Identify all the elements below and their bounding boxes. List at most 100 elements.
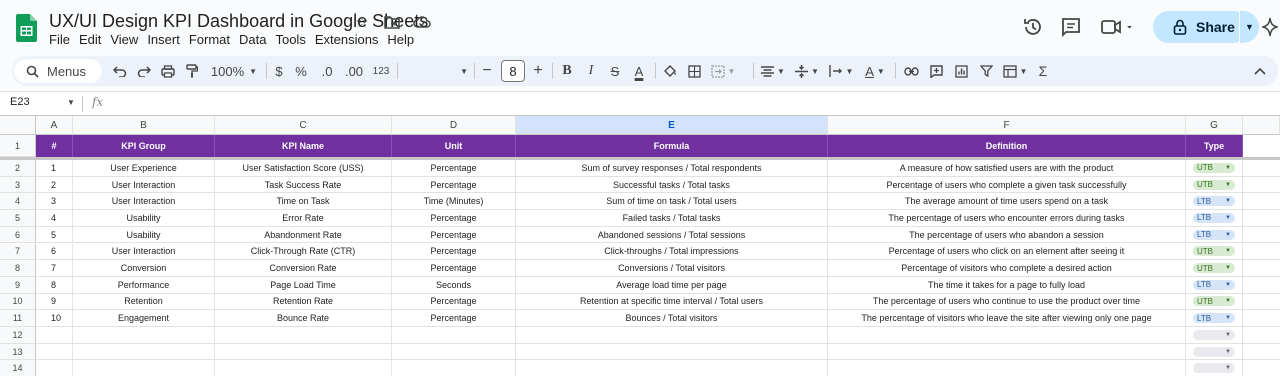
row-header[interactable]: 11 bbox=[0, 310, 36, 327]
row-header[interactable]: 10 bbox=[0, 293, 36, 311]
spreadsheet-grid[interactable]: A B C D E F G 1 2 3 4 5 6 7 8 9 10 11 12 13 14 # KPI Group KPI … bbox=[0, 115, 1280, 376]
menu-edit[interactable]: Edit bbox=[79, 32, 105, 47]
menu-format[interactable]: Format bbox=[189, 32, 234, 47]
column-header-d[interactable]: D bbox=[392, 116, 516, 135]
table-cell[interactable]: User Interaction bbox=[73, 176, 215, 194]
table-header-cell[interactable]: Type bbox=[1186, 135, 1243, 157]
version-history-icon[interactable] bbox=[1022, 16, 1044, 38]
table-cell[interactable]: The percentage of visitors who leave the… bbox=[828, 310, 1186, 327]
table-cell[interactable]: Average load time per page bbox=[516, 276, 828, 294]
table-cell[interactable]: UTB ▼ bbox=[1186, 260, 1243, 277]
table-cell[interactable]: Retention at specific time interval / To… bbox=[516, 293, 828, 311]
empty-cell[interactable] bbox=[1243, 160, 1280, 177]
percent-format-button[interactable]: % bbox=[292, 59, 310, 83]
empty-cell[interactable] bbox=[1243, 310, 1280, 327]
merge-cells-icon[interactable]: ▼ bbox=[708, 59, 738, 83]
table-cell[interactable]: Performance bbox=[73, 276, 215, 294]
functions-button[interactable]: Σ bbox=[1033, 59, 1053, 83]
table-cell[interactable] bbox=[516, 360, 828, 376]
empty-cell[interactable] bbox=[1243, 210, 1280, 227]
vertical-align-icon[interactable]: ▼ bbox=[791, 59, 823, 83]
empty-cell[interactable] bbox=[1243, 294, 1280, 311]
table-cell[interactable] bbox=[215, 327, 392, 344]
type-dropdown-chip[interactable]: LTB ▼ bbox=[1193, 212, 1235, 223]
empty-cell[interactable] bbox=[1243, 227, 1280, 244]
type-dropdown-chip[interactable]: UTB ▼ bbox=[1193, 263, 1235, 274]
table-cell[interactable]: ▼ bbox=[1186, 360, 1243, 376]
share-options-dropdown[interactable]: ▼ bbox=[1239, 11, 1259, 43]
table-cell[interactable]: Usability bbox=[73, 210, 215, 227]
paint-format-icon[interactable] bbox=[182, 59, 202, 83]
table-cell[interactable]: Percentage bbox=[392, 160, 516, 177]
table-cell[interactable] bbox=[828, 360, 1186, 376]
row-header[interactable]: 3 bbox=[0, 176, 36, 194]
menu-help[interactable]: Help bbox=[387, 32, 418, 47]
filter-icon[interactable] bbox=[975, 59, 997, 83]
table-cell[interactable] bbox=[392, 343, 516, 361]
type-dropdown-chip[interactable]: ▼ bbox=[1193, 346, 1235, 357]
table-cell[interactable]: Percentage bbox=[392, 176, 516, 194]
empty-cell[interactable] bbox=[1243, 260, 1280, 277]
table-cell[interactable] bbox=[73, 327, 215, 344]
column-header-g[interactable]: G bbox=[1186, 116, 1243, 135]
table-cell[interactable]: Abandoned sessions / Total sessions bbox=[516, 226, 828, 244]
filter-views-icon[interactable]: ▼ bbox=[999, 59, 1031, 83]
select-all-corner[interactable] bbox=[0, 116, 36, 135]
move-folder-icon[interactable] bbox=[382, 12, 402, 32]
type-dropdown-chip[interactable]: LTB ▼ bbox=[1193, 196, 1235, 207]
type-dropdown-chip[interactable]: ▼ bbox=[1193, 363, 1235, 374]
table-cell[interactable] bbox=[828, 327, 1186, 344]
table-cell[interactable]: Percentage bbox=[392, 210, 516, 227]
table-cell[interactable]: Percentage of users who complete a given… bbox=[828, 176, 1186, 194]
table-cell[interactable] bbox=[215, 343, 392, 361]
print-icon[interactable] bbox=[158, 59, 178, 83]
table-cell[interactable]: 1 bbox=[36, 160, 73, 177]
column-header-e[interactable]: E bbox=[516, 116, 828, 135]
strikethrough-button[interactable]: S bbox=[605, 59, 625, 83]
table-cell[interactable]: The percentage of users who continue to … bbox=[828, 293, 1186, 311]
table-cell[interactable] bbox=[73, 343, 215, 361]
table-cell[interactable]: 7 bbox=[36, 260, 73, 277]
type-dropdown-chip[interactable]: UTB ▼ bbox=[1193, 162, 1235, 173]
gemini-sparkle-icon[interactable] bbox=[1262, 17, 1278, 37]
table-cell[interactable] bbox=[828, 343, 1186, 361]
menu-data[interactable]: Data bbox=[239, 32, 270, 47]
table-cell[interactable]: LTB ▼ bbox=[1186, 276, 1243, 294]
italic-button[interactable]: I bbox=[581, 59, 601, 83]
undo-icon[interactable] bbox=[110, 59, 130, 83]
table-cell[interactable]: Seconds bbox=[392, 276, 516, 294]
table-cell[interactable]: Error Rate bbox=[215, 210, 392, 227]
empty-cell[interactable] bbox=[1243, 177, 1280, 194]
table-cell[interactable]: Bounce Rate bbox=[215, 310, 392, 327]
table-header-cell[interactable]: Unit bbox=[392, 135, 516, 157]
table-cell[interactable]: The percentage of users who encounter er… bbox=[828, 210, 1186, 227]
table-cell[interactable]: The time it takes for a page to fully lo… bbox=[828, 276, 1186, 294]
meet-video-icon[interactable] bbox=[1100, 16, 1134, 38]
type-dropdown-chip[interactable]: UTB ▼ bbox=[1193, 296, 1235, 307]
table-cell[interactable]: ▼ bbox=[1186, 343, 1243, 361]
type-dropdown-chip[interactable]: UTB ▼ bbox=[1193, 246, 1235, 257]
table-cell[interactable]: Page Load Time bbox=[215, 276, 392, 294]
font-size-input[interactable]: 8 bbox=[501, 60, 525, 82]
zoom-select[interactable]: 100% ▼ bbox=[204, 59, 264, 83]
table-cell[interactable]: Engagement bbox=[73, 310, 215, 327]
empty-cell[interactable] bbox=[1243, 327, 1280, 344]
menu-extensions[interactable]: Extensions bbox=[315, 32, 383, 47]
table-cell[interactable]: User Interaction bbox=[73, 243, 215, 261]
table-cell[interactable]: 6 bbox=[36, 243, 73, 261]
table-header-cell[interactable]: KPI Group bbox=[73, 135, 215, 157]
table-cell[interactable]: ▼ bbox=[1186, 327, 1243, 344]
table-cell[interactable] bbox=[215, 360, 392, 376]
insert-link-icon[interactable] bbox=[900, 59, 922, 83]
type-dropdown-chip[interactable]: ▼ bbox=[1193, 329, 1235, 340]
table-cell[interactable]: 4 bbox=[36, 210, 73, 227]
type-dropdown-chip[interactable]: LTB ▼ bbox=[1193, 229, 1235, 240]
row-header[interactable]: 12 bbox=[0, 327, 36, 344]
table-cell[interactable]: UTB ▼ bbox=[1186, 243, 1243, 261]
empty-cell[interactable] bbox=[1243, 360, 1280, 376]
increase-decimal-button[interactable]: .00 bbox=[342, 59, 366, 83]
table-header-cell[interactable]: # bbox=[36, 135, 73, 157]
text-rotation-icon[interactable]: A ▼ bbox=[859, 59, 891, 83]
table-cell[interactable]: User Experience bbox=[73, 160, 215, 177]
table-cell[interactable]: Task Success Rate bbox=[215, 176, 392, 194]
